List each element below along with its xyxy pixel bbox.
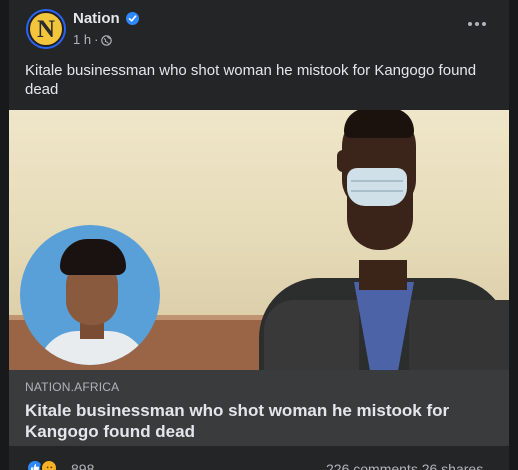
link-preview-image[interactable] [9, 110, 509, 370]
page-name-link[interactable]: Nation [73, 10, 120, 27]
face-mask-fold [351, 190, 403, 192]
comments-shares-count[interactable]: 226 comments 26 shares [326, 461, 483, 470]
inset-hair [60, 239, 126, 275]
page-avatar-logo: N [28, 11, 64, 47]
man-hair [344, 110, 414, 138]
post-time-link[interactable]: 1 h [73, 32, 91, 47]
man-jacket [264, 300, 359, 370]
meta-separator: · [94, 32, 99, 47]
post-caption: Kitale businessman who shot woman he mis… [25, 62, 477, 98]
face-mask [347, 168, 407, 206]
face-mask-fold [351, 180, 403, 182]
avatar-letter: N [36, 15, 56, 43]
more-dot [475, 22, 479, 26]
man-jacket [409, 300, 509, 370]
post-stats: 898 226 comments 26 shares [9, 446, 509, 470]
more-dot [482, 22, 486, 26]
page-avatar[interactable]: N [26, 9, 66, 49]
more-options-icon[interactable] [464, 14, 490, 34]
post-meta: 1 h · [73, 32, 113, 47]
reaction-count[interactable]: 898 [71, 461, 94, 470]
man-ear [337, 150, 349, 172]
inset-portrait [20, 225, 160, 365]
globe-icon[interactable] [101, 34, 113, 46]
more-dot [468, 22, 472, 26]
reaction-icons[interactable] [26, 459, 58, 470]
link-domain: NATION.AFRICA [25, 380, 120, 394]
post-header: N Nation 1 h · [9, 0, 509, 58]
link-preview-info[interactable]: NATION.AFRICA Kitale businessman who sho… [9, 370, 509, 446]
verified-badge-icon [126, 12, 139, 25]
sad-reaction-icon [40, 459, 58, 470]
post-card: N Nation 1 h · Kitale businessman who sh… [9, 0, 509, 470]
link-title[interactable]: Kitale businessman who shot woman he mis… [25, 400, 495, 442]
man-neck [359, 260, 407, 290]
